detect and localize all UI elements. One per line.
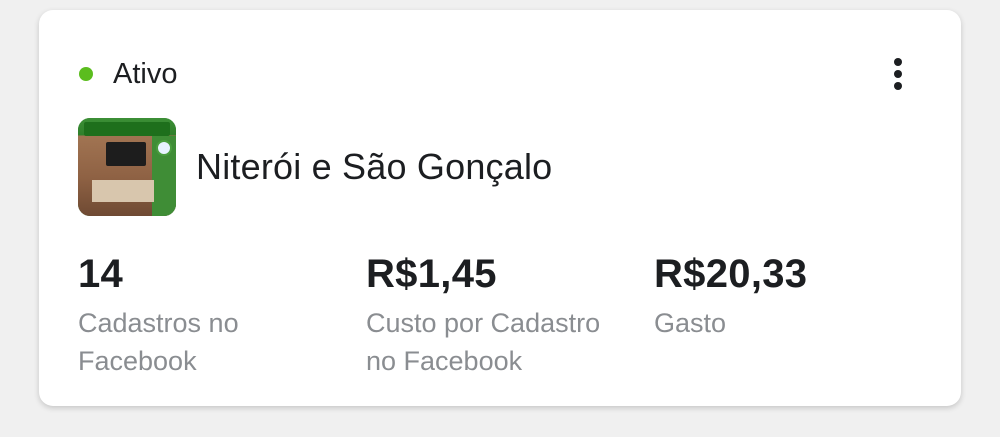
campaign-name: Niterói e São Gonçalo (196, 146, 553, 187)
metric-label: Gasto (654, 304, 807, 342)
status-label: Ativo (113, 57, 178, 90)
status-row: Ativo (79, 54, 177, 94)
more-vertical-icon (894, 82, 902, 90)
metric-label: Custo por Cadastro no Facebook (366, 304, 600, 380)
more-options-button[interactable] (881, 54, 915, 94)
metric-value: R$20,33 (654, 252, 808, 296)
more-vertical-icon (894, 70, 902, 78)
metric-value: 14 (78, 252, 124, 296)
metrics-row: 14 Cadastros no Facebook R$1,45 Custo po… (78, 250, 938, 380)
more-vertical-icon (894, 58, 902, 66)
metric-label-line: Custo por Cadastro (366, 308, 601, 338)
metric-cost-per-lead: R$1,45 Custo por Cadastro no Facebook (366, 250, 600, 380)
metric-value: R$1,45 (366, 252, 497, 296)
campaign-row[interactable]: Niterói e São Gonçalo (78, 118, 552, 216)
metric-label-line: no Facebook (366, 346, 523, 376)
metric-leads: 14 Cadastros no Facebook (78, 250, 239, 380)
metric-label: Cadastros no Facebook (78, 304, 239, 380)
status-dot-icon (79, 67, 93, 81)
campaign-card[interactable]: Ativo Niterói e São Gonçalo 14 Cadastros… (39, 10, 961, 406)
metric-label-line: Cadastros no (78, 308, 239, 338)
metric-label-line: Gasto (654, 308, 727, 338)
campaign-thumbnail (78, 118, 176, 216)
metric-label-line: Facebook (78, 346, 197, 376)
metric-spend: R$20,33 Gasto (654, 250, 807, 342)
